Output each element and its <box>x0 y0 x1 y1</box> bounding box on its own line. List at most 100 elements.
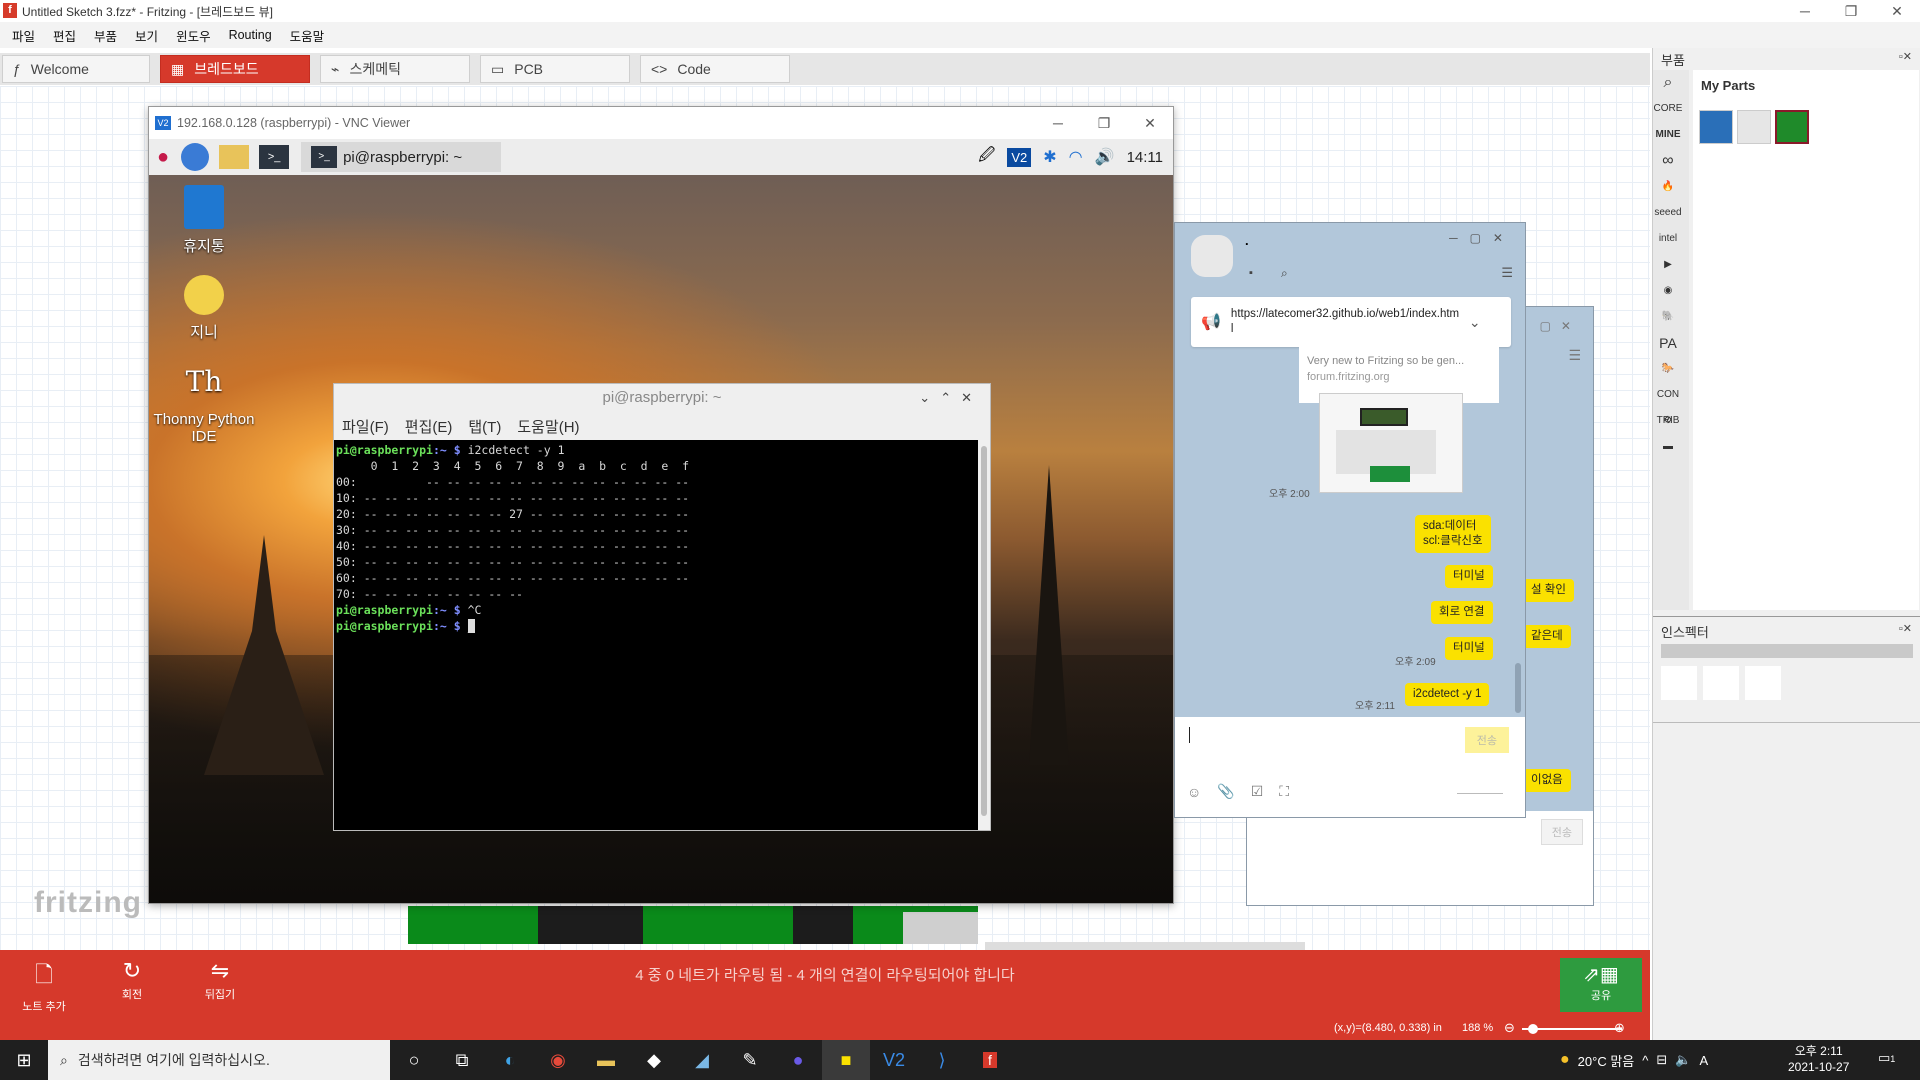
vnc-server-tray-icon[interactable]: V2 <box>1007 147 1032 167</box>
canvas-scrollbar[interactable] <box>985 942 1305 950</box>
part-thumbnail-selected[interactable] <box>1775 110 1809 144</box>
send-button[interactable]: 전송 <box>1464 727 1509 753</box>
bin-animal-icon[interactable]: 🐘 <box>1653 304 1683 330</box>
kakao-back-send-button[interactable]: 전송 <box>1540 819 1583 845</box>
wifi-icon[interactable]: ◠ <box>1069 147 1083 167</box>
part-thumbnail[interactable] <box>1699 110 1733 144</box>
chat-search-icon[interactable]: ⌕ <box>1281 266 1288 281</box>
desktop-icon-thonny[interactable]: Th Thonny Python IDE <box>149 365 259 445</box>
bin-seeed[interactable]: seeed <box>1653 200 1683 226</box>
pi-desktop[interactable]: 휴지통 지니 Th Thonny Python IDE pi@raspberry… <box>149 175 1173 903</box>
raspberry-menu-icon[interactable]: ● <box>157 146 169 169</box>
menu-view[interactable]: 보기 <box>135 26 158 45</box>
part-thumbnail[interactable] <box>1737 110 1771 144</box>
arduino-board-part[interactable] <box>408 906 978 944</box>
chrome-icon[interactable]: ◉ <box>534 1040 582 1080</box>
opacity-slider[interactable] <box>1457 793 1503 794</box>
terminal-output[interactable]: pi@raspberrypi:~ $ i2cdetect -y 1 0 1 2 … <box>334 440 976 830</box>
terminal-menu-help[interactable]: 도움말(H) <box>517 416 579 437</box>
bin-contrib[interactable]: CON TRIB <box>1653 382 1683 426</box>
menu-file[interactable]: 파일 <box>12 26 35 45</box>
terminal-maximize-icon[interactable]: ⌃ <box>940 390 961 405</box>
terminal-menu-file[interactable]: 파일(F) <box>342 416 389 437</box>
zoom-slider-handle[interactable] <box>1528 1024 1538 1034</box>
menu-window[interactable]: 윈도우 <box>176 26 211 45</box>
tray-network-icon[interactable]: ⊟ <box>1656 1052 1667 1068</box>
attach-file-icon[interactable]: 📎 <box>1217 783 1234 800</box>
avatar[interactable] <box>1191 235 1233 277</box>
bin-misc-icon[interactable]: ▬ <box>1653 434 1683 460</box>
vnc-viewer-taskbar-icon[interactable]: V2 <box>870 1040 918 1080</box>
edge-browser-icon[interactable]: ◐ <box>486 1040 534 1080</box>
task-view-icon[interactable]: ⧉ <box>438 1040 486 1080</box>
zoom-in-icon[interactable]: ⊕ <box>1614 1020 1625 1036</box>
chat-scrollbar[interactable] <box>1515 663 1521 713</box>
browser-icon[interactable] <box>181 143 210 171</box>
kakao-back-input-area[interactable]: 전송 <box>1247 811 1593 905</box>
taskbar-search-box[interactable]: ⌕ 검색하려면 여기에 입력하십시오. <box>48 1040 390 1080</box>
kakao-back-menu-icon[interactable]: ☰ <box>1568 347 1581 364</box>
kakao-back-window-controls[interactable]: ▢✕ <box>1540 319 1581 333</box>
schedule-icon[interactable]: ☑ <box>1251 783 1264 800</box>
terminal-close-icon[interactable]: ✕ <box>961 390 982 405</box>
terminal-menu-edit[interactable]: 편집(E) <box>405 416 453 437</box>
app-icon-3[interactable]: ✎ <box>726 1040 774 1080</box>
bin-pa[interactable]: PA <box>1653 330 1683 356</box>
bluetooth-icon[interactable]: ✱ <box>1043 147 1056 167</box>
app-icon-1[interactable]: ◆ <box>630 1040 678 1080</box>
taskbar-clock[interactable]: 오후 2:11 2021-10-27 <box>1788 1043 1849 1075</box>
inspector-float-close-icon[interactable]: ▫✕ <box>1899 622 1912 635</box>
tray-chevron-up-icon[interactable]: ^ <box>1642 1053 1648 1068</box>
terminal-menu-tabs[interactable]: 탭(T) <box>468 416 501 437</box>
bin-play-icon[interactable]: ▶ <box>1653 252 1683 278</box>
tray-volume-icon[interactable]: 🔈 <box>1675 1052 1691 1068</box>
zoom-out-icon[interactable]: ⊖ <box>1504 1020 1515 1036</box>
terminal-window[interactable]: pi@raspberrypi: ~ ⌄⌃✕ 파일(F) 편집(E) 탭(T) 도… <box>333 383 991 831</box>
bin-snootlab-icon[interactable]: ◉ <box>1653 278 1683 304</box>
menu-help[interactable]: 도움말 <box>290 26 325 45</box>
vnc-viewer-window[interactable]: V2 192.168.0.128 (raspberrypi) - VNC Vie… <box>148 106 1174 904</box>
bin-mine[interactable]: MINE <box>1653 122 1683 148</box>
panel-float-close-icon[interactable]: ▫✕ <box>1899 50 1912 63</box>
vnc-maximize-button[interactable]: ❐ <box>1081 115 1127 132</box>
search-icon[interactable]: ⌕ <box>1653 70 1683 96</box>
ime-indicator[interactable]: A <box>1699 1053 1708 1068</box>
file-explorer-icon[interactable]: ▬ <box>582 1040 630 1080</box>
routing-status[interactable]: 4 중 0 네트가 라우팅 됨 - 4 개의 연결이 라우팅되어야 합니다 <box>0 964 1650 985</box>
zoom-slider[interactable] <box>1522 1024 1622 1034</box>
windows-start-icon[interactable]: ⊞ <box>0 1040 48 1080</box>
weather-text[interactable]: 20°C 맑음 <box>1578 1051 1635 1070</box>
vscode-taskbar-icon[interactable]: ⟩ <box>918 1040 966 1080</box>
bin-core[interactable]: CORE <box>1653 96 1683 122</box>
close-button[interactable]: ✕ <box>1874 3 1920 20</box>
file-manager-icon[interactable] <box>219 145 250 169</box>
tab-code[interactable]: <> Code <box>640 55 790 83</box>
terminal-task-button[interactable]: >_ pi@raspberrypi: ~ <box>301 142 502 172</box>
desktop-icon-geany[interactable]: 지니 <box>149 275 259 342</box>
tab-pcb[interactable]: ▭ PCB <box>480 55 630 83</box>
kakao-menu-icon[interactable]: ☰ <box>1501 265 1513 281</box>
minimize-button[interactable]: ─ <box>1782 3 1828 19</box>
vnc-close-button[interactable]: ✕ <box>1127 115 1173 132</box>
chevron-down-icon[interactable]: ⌄ <box>1469 314 1481 331</box>
kakaotalk-taskbar-icon[interactable]: ■ <box>822 1040 870 1080</box>
tab-breadboard[interactable]: ▦ 브레드보드 <box>160 55 310 83</box>
shared-image-thumbnail[interactable] <box>1319 393 1463 493</box>
bin-intel[interactable]: intel <box>1653 226 1683 252</box>
cortana-icon[interactable]: ○ <box>390 1040 438 1080</box>
fritzing-taskbar-icon[interactable]: f <box>966 1040 1014 1080</box>
tab-schematic[interactable]: ⌁ 스케메틱 <box>320 55 470 83</box>
kakao-chat-window[interactable]: . ▪ ⌕ ─▢✕ ☰ 📢 https://latecomer32.github… <box>1174 222 1526 818</box>
bin-animal2-icon[interactable]: 🐎 <box>1653 356 1683 382</box>
terminal-scrollbar[interactable] <box>978 440 990 830</box>
share-button[interactable]: ⇗▦ 공유 <box>1560 958 1642 1012</box>
emoticon-icon[interactable]: ☺ <box>1187 784 1201 800</box>
menu-edit[interactable]: 편집 <box>53 26 76 45</box>
chat-input-area[interactable]: 전송 ☺ 📎 ☑ ⛶ <box>1175 717 1525 817</box>
arduino-bin-icon[interactable]: ∞ <box>1653 148 1683 174</box>
capture-icon[interactable]: ⛶ <box>1279 783 1289 800</box>
notice-banner[interactable]: 📢 https://latecomer32.github.io/web1/ind… <box>1191 297 1511 347</box>
app-icon-4[interactable]: ● <box>774 1040 822 1080</box>
terminal-minimize-icon[interactable]: ⌄ <box>919 390 940 405</box>
tab-welcome[interactable]: ƒ Welcome <box>2 55 150 83</box>
